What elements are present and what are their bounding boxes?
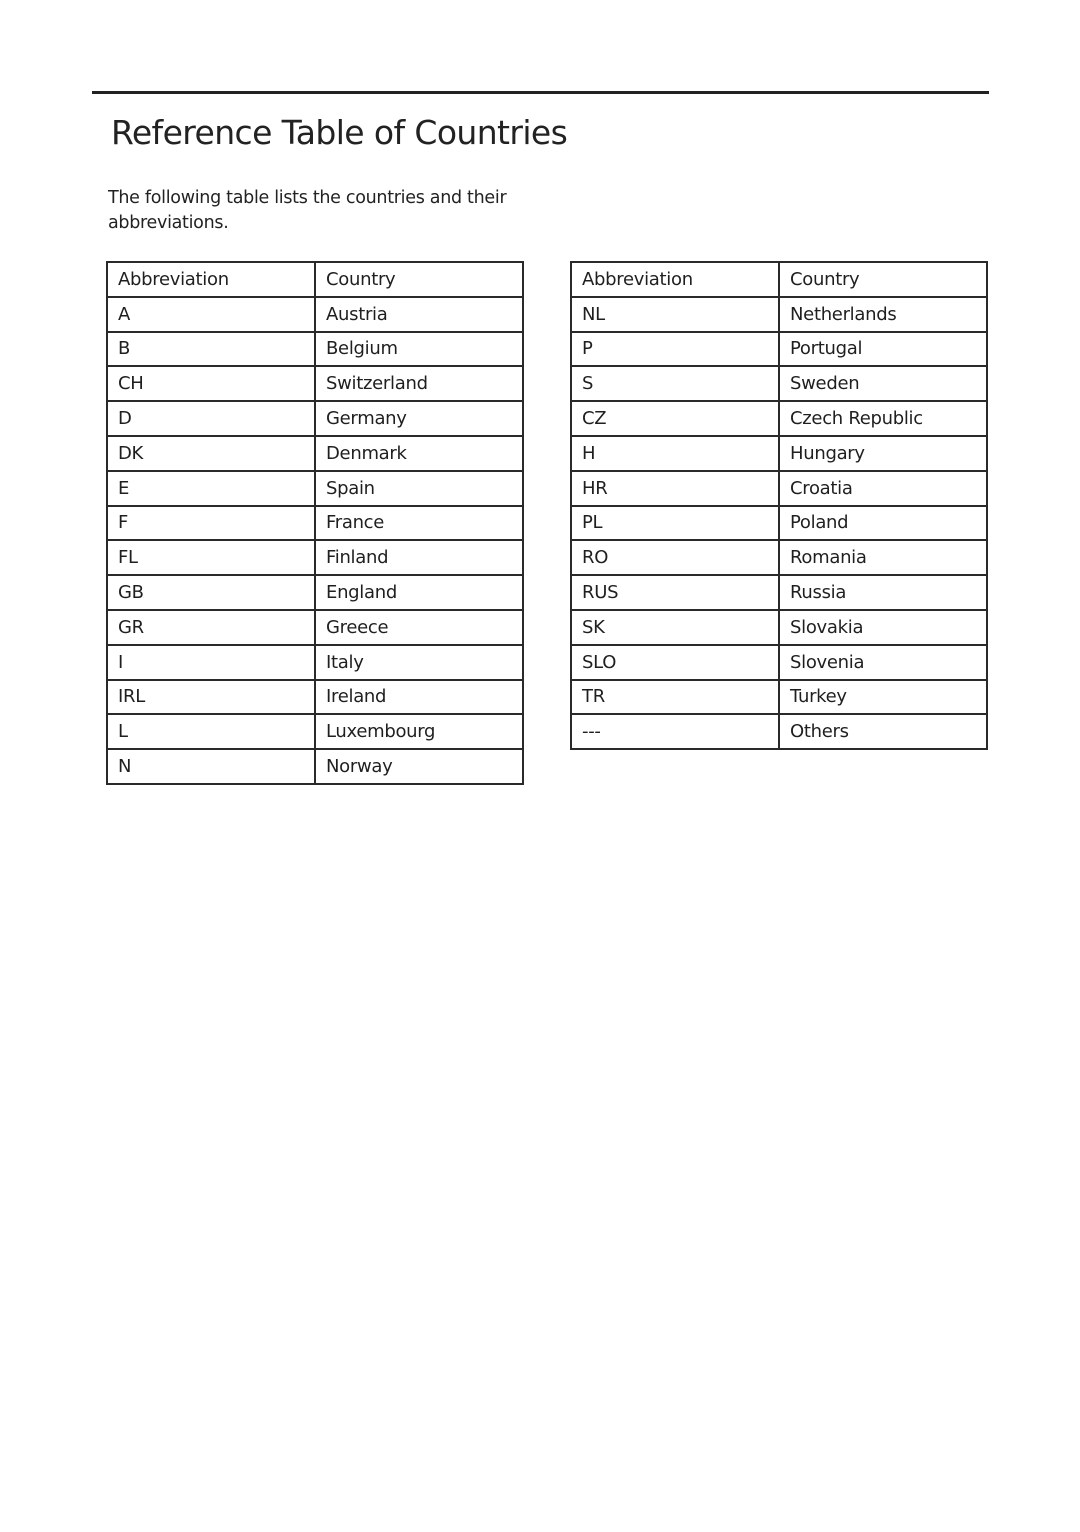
abbreviation-cell: P bbox=[570, 330, 780, 368]
header-abbreviation: Abbreviation bbox=[570, 261, 780, 298]
abbreviation-cell: --- bbox=[570, 713, 780, 751]
table-row: GB England bbox=[106, 574, 524, 611]
table-header-row: Abbreviation Country bbox=[570, 261, 988, 298]
table-row: RUS Russia bbox=[570, 574, 988, 611]
abbreviation-cell: NL bbox=[570, 295, 780, 333]
abbreviation-cell: GR bbox=[106, 608, 316, 646]
table-row: B Belgium bbox=[106, 330, 524, 368]
country-cell: Ireland bbox=[314, 678, 524, 716]
header-abbreviation: Abbreviation bbox=[106, 261, 316, 298]
country-cell: Russia bbox=[778, 574, 988, 611]
abbreviation-cell: SLO bbox=[570, 643, 780, 681]
country-cell: France bbox=[314, 504, 524, 542]
abbreviation-cell: GB bbox=[106, 574, 316, 611]
country-cell: Belgium bbox=[314, 330, 524, 368]
country-cell: Denmark bbox=[314, 434, 524, 472]
table-header-row: Abbreviation Country bbox=[106, 261, 524, 298]
header-country: Country bbox=[778, 261, 988, 298]
table-row: SLO Slovenia bbox=[570, 643, 988, 681]
abbreviation-cell: A bbox=[106, 295, 316, 333]
top-rule bbox=[92, 91, 989, 94]
abbreviation-cell: D bbox=[106, 400, 316, 437]
abbreviation-cell: DK bbox=[106, 434, 316, 472]
country-cell: Italy bbox=[314, 643, 524, 681]
table-row: GR Greece bbox=[106, 608, 524, 646]
country-cell: Poland bbox=[778, 504, 988, 542]
country-cell: Slovenia bbox=[778, 643, 988, 681]
abbreviation-cell: F bbox=[106, 504, 316, 542]
abbreviation-cell: IRL bbox=[106, 678, 316, 716]
table-row: RO Romania bbox=[570, 539, 988, 577]
country-cell: Finland bbox=[314, 539, 524, 577]
table-row: CZ Czech Republic bbox=[570, 400, 988, 437]
country-cell: Croatia bbox=[778, 469, 988, 507]
abbreviation-cell: CZ bbox=[570, 400, 780, 437]
abbreviation-cell: S bbox=[570, 365, 780, 403]
abbreviation-cell: H bbox=[570, 434, 780, 472]
header-country: Country bbox=[314, 261, 524, 298]
table-row: NL Netherlands bbox=[570, 295, 988, 333]
table-row: A Austria bbox=[106, 295, 524, 333]
table-row: --- Others bbox=[570, 713, 988, 751]
abbreviation-cell: RO bbox=[570, 539, 780, 577]
country-cell: Slovakia bbox=[778, 608, 988, 646]
table-row: S Sweden bbox=[570, 365, 988, 403]
table-row: DK Denmark bbox=[106, 434, 524, 472]
country-cell: Czech Republic bbox=[778, 400, 988, 437]
country-cell: Turkey bbox=[778, 678, 988, 716]
country-cell: Austria bbox=[314, 295, 524, 333]
abbreviation-cell: E bbox=[106, 469, 316, 507]
country-cell: Greece bbox=[314, 608, 524, 646]
abbreviation-cell: CH bbox=[106, 365, 316, 403]
table-row: FL Finland bbox=[106, 539, 524, 577]
abbreviation-cell: FL bbox=[106, 539, 316, 577]
table-row: IRL Ireland bbox=[106, 678, 524, 716]
country-cell: Germany bbox=[314, 400, 524, 437]
country-table-right: Abbreviation Country NL Netherlands P Portu… bbox=[570, 261, 988, 751]
table-row: D Germany bbox=[106, 400, 524, 437]
table-row: SK Slovakia bbox=[570, 608, 988, 646]
country-cell: Others bbox=[778, 713, 988, 751]
page-title: Reference Table of Countries bbox=[111, 113, 568, 152]
abbreviation-cell: SK bbox=[570, 608, 780, 646]
table-row: TR Turkey bbox=[570, 678, 988, 716]
table-row: H Hungary bbox=[570, 434, 988, 472]
table-row: I Italy bbox=[106, 643, 524, 681]
country-cell: England bbox=[314, 574, 524, 611]
table-row: N Norway bbox=[106, 748, 524, 785]
abbreviation-cell: L bbox=[106, 713, 316, 751]
country-cell: Norway bbox=[314, 748, 524, 785]
abbreviation-cell: TR bbox=[570, 678, 780, 716]
abbreviation-cell: PL bbox=[570, 504, 780, 542]
table-row: E Spain bbox=[106, 469, 524, 507]
country-cell: Portugal bbox=[778, 330, 988, 368]
abbreviation-cell: HR bbox=[570, 469, 780, 507]
abbreviation-cell: I bbox=[106, 643, 316, 681]
country-cell: Hungary bbox=[778, 434, 988, 472]
abbreviation-cell: B bbox=[106, 330, 316, 368]
table-row: PL Poland bbox=[570, 504, 988, 542]
table-row: L Luxembourg bbox=[106, 713, 524, 751]
country-table-left: Abbreviation Country A Austria B Belgium CH S… bbox=[106, 261, 524, 785]
table-row: P Portugal bbox=[570, 330, 988, 368]
country-cell: Netherlands bbox=[778, 295, 988, 333]
country-cell: Luxembourg bbox=[314, 713, 524, 751]
table-row: HR Croatia bbox=[570, 469, 988, 507]
abbreviation-cell: RUS bbox=[570, 574, 780, 611]
country-cell: Switzerland bbox=[314, 365, 524, 403]
abbreviation-cell: N bbox=[106, 748, 316, 785]
intro-text: The following table lists the countries … bbox=[108, 188, 507, 233]
country-cell: Romania bbox=[778, 539, 988, 577]
country-cell: Spain bbox=[314, 469, 524, 507]
country-cell: Sweden bbox=[778, 365, 988, 403]
table-row: CH Switzerland bbox=[106, 365, 524, 403]
table-row: F France bbox=[106, 504, 524, 542]
